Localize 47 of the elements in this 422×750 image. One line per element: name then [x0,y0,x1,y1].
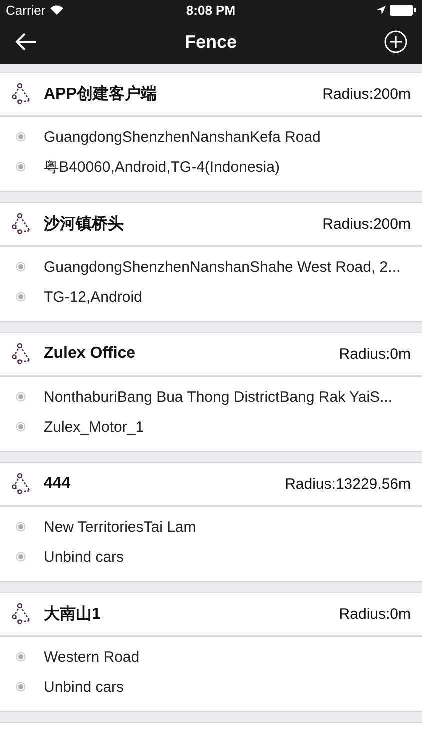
bullet-icon [16,552,26,562]
fence-name: 大南山1 [44,604,102,624]
fence-card[interactable]: 沙河镇桥头 Radius:200m GuangdongShenzhenNanshanShahe West Road, 2... TG-12,Android [0,202,422,322]
fence-card[interactable]: 大南山1 Radius:0m Western Road Unbind cars [0,592,422,712]
bound-cars: 粤B40060,Android,TG-4(Indonesia) [44,158,280,176]
nav-title: Fence [184,32,238,52]
status-time: 8:08 PM [186,2,236,18]
bullet-icon [16,132,26,142]
fence-card[interactable]: Zulex Office Radius:0m NonthaburiBang Bua Thong DistrictBang Rak YaiS... Zulex_Motor_1 [0,332,422,452]
wifi-icon [50,5,64,15]
add-button[interactable] [382,28,410,56]
fence-address: GuangdongShenzhenNanshanKefa Road [44,128,321,146]
fence-address: NonthaburiBang Bua Thong DistrictBang Rak YaiS... [44,388,393,406]
bullet-icon [16,522,26,532]
bullet-icon [16,682,26,692]
fence-address: Western Road [44,648,140,666]
fence-name: 444 [44,475,72,493]
fence-radius: Radius:200m [322,216,411,232]
bound-cars: Zulex_Motor_1 [44,418,144,436]
fence-radius: Radius:0m [339,606,411,622]
polygon-icon [12,603,32,625]
bound-cars: Unbind cars [44,678,124,696]
bound-cars: TG-12,Android [44,288,142,306]
bullet-icon [16,262,26,272]
bullet-icon [16,292,26,302]
fence-radius: Radius:13229.56m [285,476,411,492]
bullet-icon [16,392,26,402]
fence-name: 沙河镇桥头 [44,214,125,234]
bullet-icon [16,652,26,662]
fence-name: Zulex Office [44,345,137,363]
bullet-icon [16,162,26,172]
carrier-label: Carrier [6,2,46,18]
polygon-icon [12,213,32,235]
polygon-icon [12,343,32,365]
polygon-icon [12,473,32,495]
fence-card[interactable]: APP创建客户端 Radius:200m GuangdongShenzhenNanshanKefa Road 粤B40060,Android,TG-4(Indonesia) [0,72,422,192]
fence-radius: Radius:200m [322,86,411,102]
location-arrow-icon [376,6,386,14]
polygon-icon [12,83,32,105]
bound-cars: Unbind cars [44,548,124,566]
bullet-icon [16,422,26,432]
fence-card[interactable]: 444 Radius:13229.56m New TerritoriesTai Lam Unbind cars [0,462,422,582]
battery-icon [390,4,416,16]
fence-name: APP创建客户端 [44,84,158,104]
fence-radius: Radius:0m [339,346,411,362]
fence-address: New TerritoriesTai Lam [44,518,196,536]
fence-address: GuangdongShenzhenNanshanShahe West Road, 2... [44,258,401,276]
